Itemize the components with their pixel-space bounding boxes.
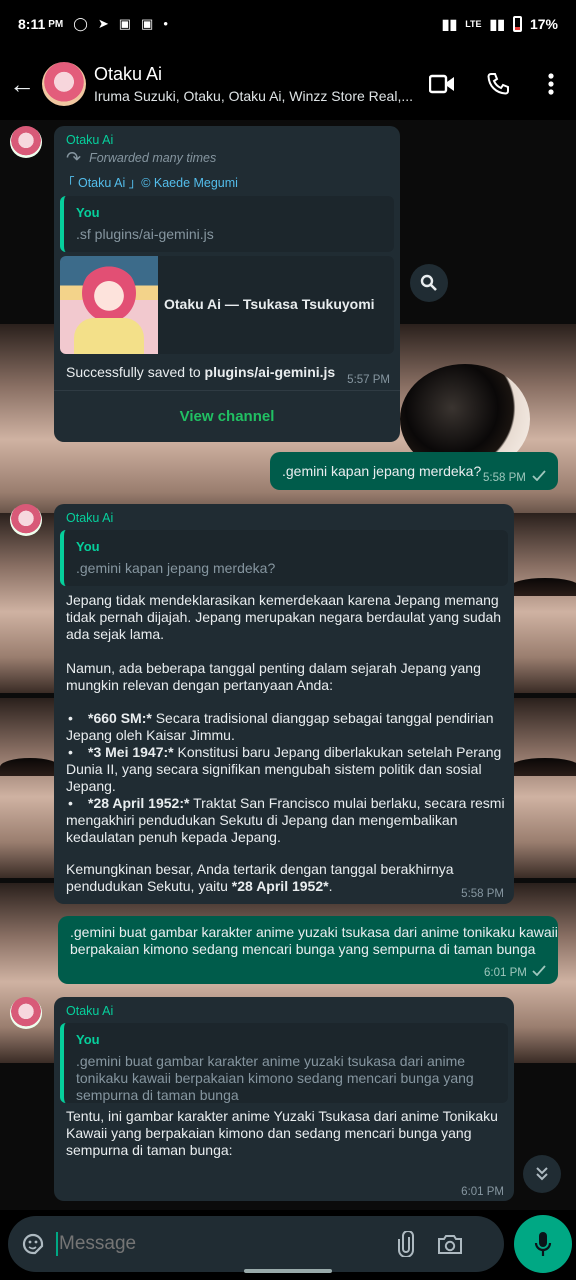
- sent-check-icon: [532, 470, 546, 481]
- quoted-sender: You: [76, 205, 100, 220]
- chat-title-block[interactable]: Otaku Ai Iruma Suzuki, Otaku, Otaku Ai, …: [94, 64, 414, 104]
- camera-icon[interactable]: [437, 1233, 463, 1255]
- message-input[interactable]: [59, 1233, 389, 1255]
- back-arrow-icon[interactable]: ←: [2, 69, 42, 100]
- chat-title: Otaku Ai: [94, 64, 163, 84]
- voice-call-button[interactable]: [470, 60, 526, 108]
- sent-check-icon: [532, 965, 546, 976]
- message-bubble-incoming[interactable]: Otaku Ai You .gemini buat gambar karakte…: [54, 997, 514, 1201]
- message-paragraph: Kemungkinan besar, Anda tertarik dengan …: [66, 861, 454, 894]
- message-paragraph: Jepang tidak mendeklarasikan kemerdekaan…: [66, 592, 502, 642]
- kebab-menu-icon: [548, 73, 554, 95]
- dot-icon: •: [163, 16, 168, 31]
- sender-name[interactable]: Otaku Ai: [66, 1003, 113, 1020]
- quoted-message[interactable]: You .sf plugins/ai-gemini.js: [60, 196, 394, 252]
- telegram-icon: ➤: [97, 16, 109, 31]
- link-preview[interactable]: Otaku Ai — Tsukasa Tsukuyomi: [60, 256, 394, 354]
- message-text: Successfully saved to plugins/ai-gemini.…: [66, 364, 336, 380]
- bullet-item: *28 April 1952:* Traktat San Francisco m…: [66, 795, 505, 845]
- quoted-text: .sf plugins/ai-gemini.js: [76, 226, 214, 242]
- chat-header: ← Otaku Ai Iruma Suzuki, Otaku, Otaku Ai…: [0, 48, 576, 120]
- network-label: LTE: [465, 19, 482, 29]
- microphone-icon: [534, 1232, 552, 1256]
- sender-avatar[interactable]: [10, 504, 42, 536]
- status-time: 8:11: [18, 16, 46, 32]
- sender-avatar[interactable]: [10, 126, 42, 158]
- message-bubble-outgoing[interactable]: .gemini buat gambar karakter anime yuzak…: [58, 916, 558, 984]
- phone-icon: [487, 73, 509, 95]
- battery-icon: [512, 16, 522, 32]
- sticker-icon[interactable]: [20, 1231, 46, 1257]
- notification-icons: ◯ ➤ ▣ ▣ •: [73, 16, 168, 32]
- forwarded-label: ↷ Forwarded many times: [66, 148, 217, 168]
- quoted-message[interactable]: You .gemini kapan jepang merdeka?: [60, 530, 508, 586]
- search-button[interactable]: [410, 264, 448, 302]
- message-time: 6:01 PM: [484, 967, 527, 979]
- chat-participants: Iruma Suzuki, Otaku, Otaku Ai, Winzz Sto…: [94, 88, 414, 104]
- discord-icon: ▣: [141, 16, 154, 31]
- voice-record-button[interactable]: [514, 1215, 572, 1273]
- quoted-text: .gemini buat gambar karakter anime yuzak…: [76, 1053, 474, 1103]
- wallpaper-lash: [510, 758, 576, 776]
- text-cursor: [56, 1232, 58, 1256]
- video-camera-icon: [429, 74, 454, 94]
- quoted-message[interactable]: You .gemini buat gambar karakter anime y…: [60, 1023, 508, 1103]
- message-paragraph: Namun, ada beberapa tanggal penting dala…: [66, 660, 481, 693]
- quoted-sender: You: [76, 1032, 100, 1047]
- message-bubble-incoming[interactable]: Otaku Ai You .gemini kapan jepang merdek…: [54, 504, 514, 904]
- quoted-sender: You: [76, 539, 100, 554]
- anime-hood-shape: [74, 318, 144, 354]
- video-call-button[interactable]: [414, 60, 470, 108]
- double-chevron-down-icon: [536, 1167, 548, 1181]
- signal-icon: ▮▮: [489, 15, 505, 32]
- forward-arrow-icon: ↷: [66, 148, 82, 168]
- gesture-navigation-bar[interactable]: [244, 1269, 332, 1273]
- group-avatar[interactable]: [42, 62, 86, 106]
- whatsapp-icon: ◯: [73, 16, 88, 31]
- discord-icon: ▣: [118, 16, 132, 31]
- message-time: 5:58 PM: [461, 888, 504, 900]
- status-bar: 8:11 PM ◯ ➤ ▣ ▣ • ▮▮ LTE ▮▮ 17%: [0, 0, 576, 48]
- message-text: .gemini buat gambar karakter anime yuzak…: [70, 924, 558, 957]
- sender-avatar[interactable]: [10, 997, 42, 1029]
- message-time: 5:58 PM: [483, 472, 526, 484]
- sender-name[interactable]: Otaku Ai: [66, 132, 113, 149]
- wallpaper-lash: [0, 758, 60, 776]
- message-text: Tentu, ini gambar karakter anime Yuzaki …: [66, 1108, 498, 1158]
- channel-tag[interactable]: 「 Otaku Ai 」© Kaede Megumi: [62, 175, 238, 192]
- view-channel-button[interactable]: View channel: [54, 391, 400, 442]
- message-time: 5:57 PM: [347, 374, 390, 386]
- message-time: 6:01 PM: [461, 1186, 504, 1198]
- message-text: .gemini kapan jepang merdeka?: [282, 463, 482, 479]
- bullet-item: *3 Mei 1947:* Konstitusi baru Jepang dib…: [66, 744, 502, 794]
- attach-icon[interactable]: [395, 1231, 417, 1257]
- wallpaper-lash: [510, 578, 576, 596]
- preview-thumbnail: [60, 256, 158, 354]
- message-bubble-incoming[interactable]: Otaku Ai ↷ Forwarded many times 「 Otaku …: [54, 126, 400, 442]
- message-bubble-outgoing[interactable]: .gemini kapan jepang merdeka? 5:58 PM: [270, 452, 558, 490]
- quoted-text: .gemini kapan jepang merdeka?: [76, 560, 276, 576]
- battery-percent: 17%: [529, 16, 558, 32]
- more-options-button[interactable]: [526, 60, 576, 108]
- status-ampm: PM: [48, 18, 64, 30]
- preview-title: Otaku Ai — Tsukasa Tsukuyomi: [164, 296, 375, 312]
- message-composer: [8, 1216, 504, 1272]
- scroll-to-bottom-button[interactable]: [523, 1155, 561, 1193]
- sender-name[interactable]: Otaku Ai: [66, 510, 113, 527]
- signal-icon: ▮▮: [441, 15, 458, 32]
- search-icon: [420, 274, 437, 291]
- bullet-item: *660 SM:* Secara tradisional dianggap se…: [66, 710, 494, 743]
- anime-character-image: [82, 264, 136, 322]
